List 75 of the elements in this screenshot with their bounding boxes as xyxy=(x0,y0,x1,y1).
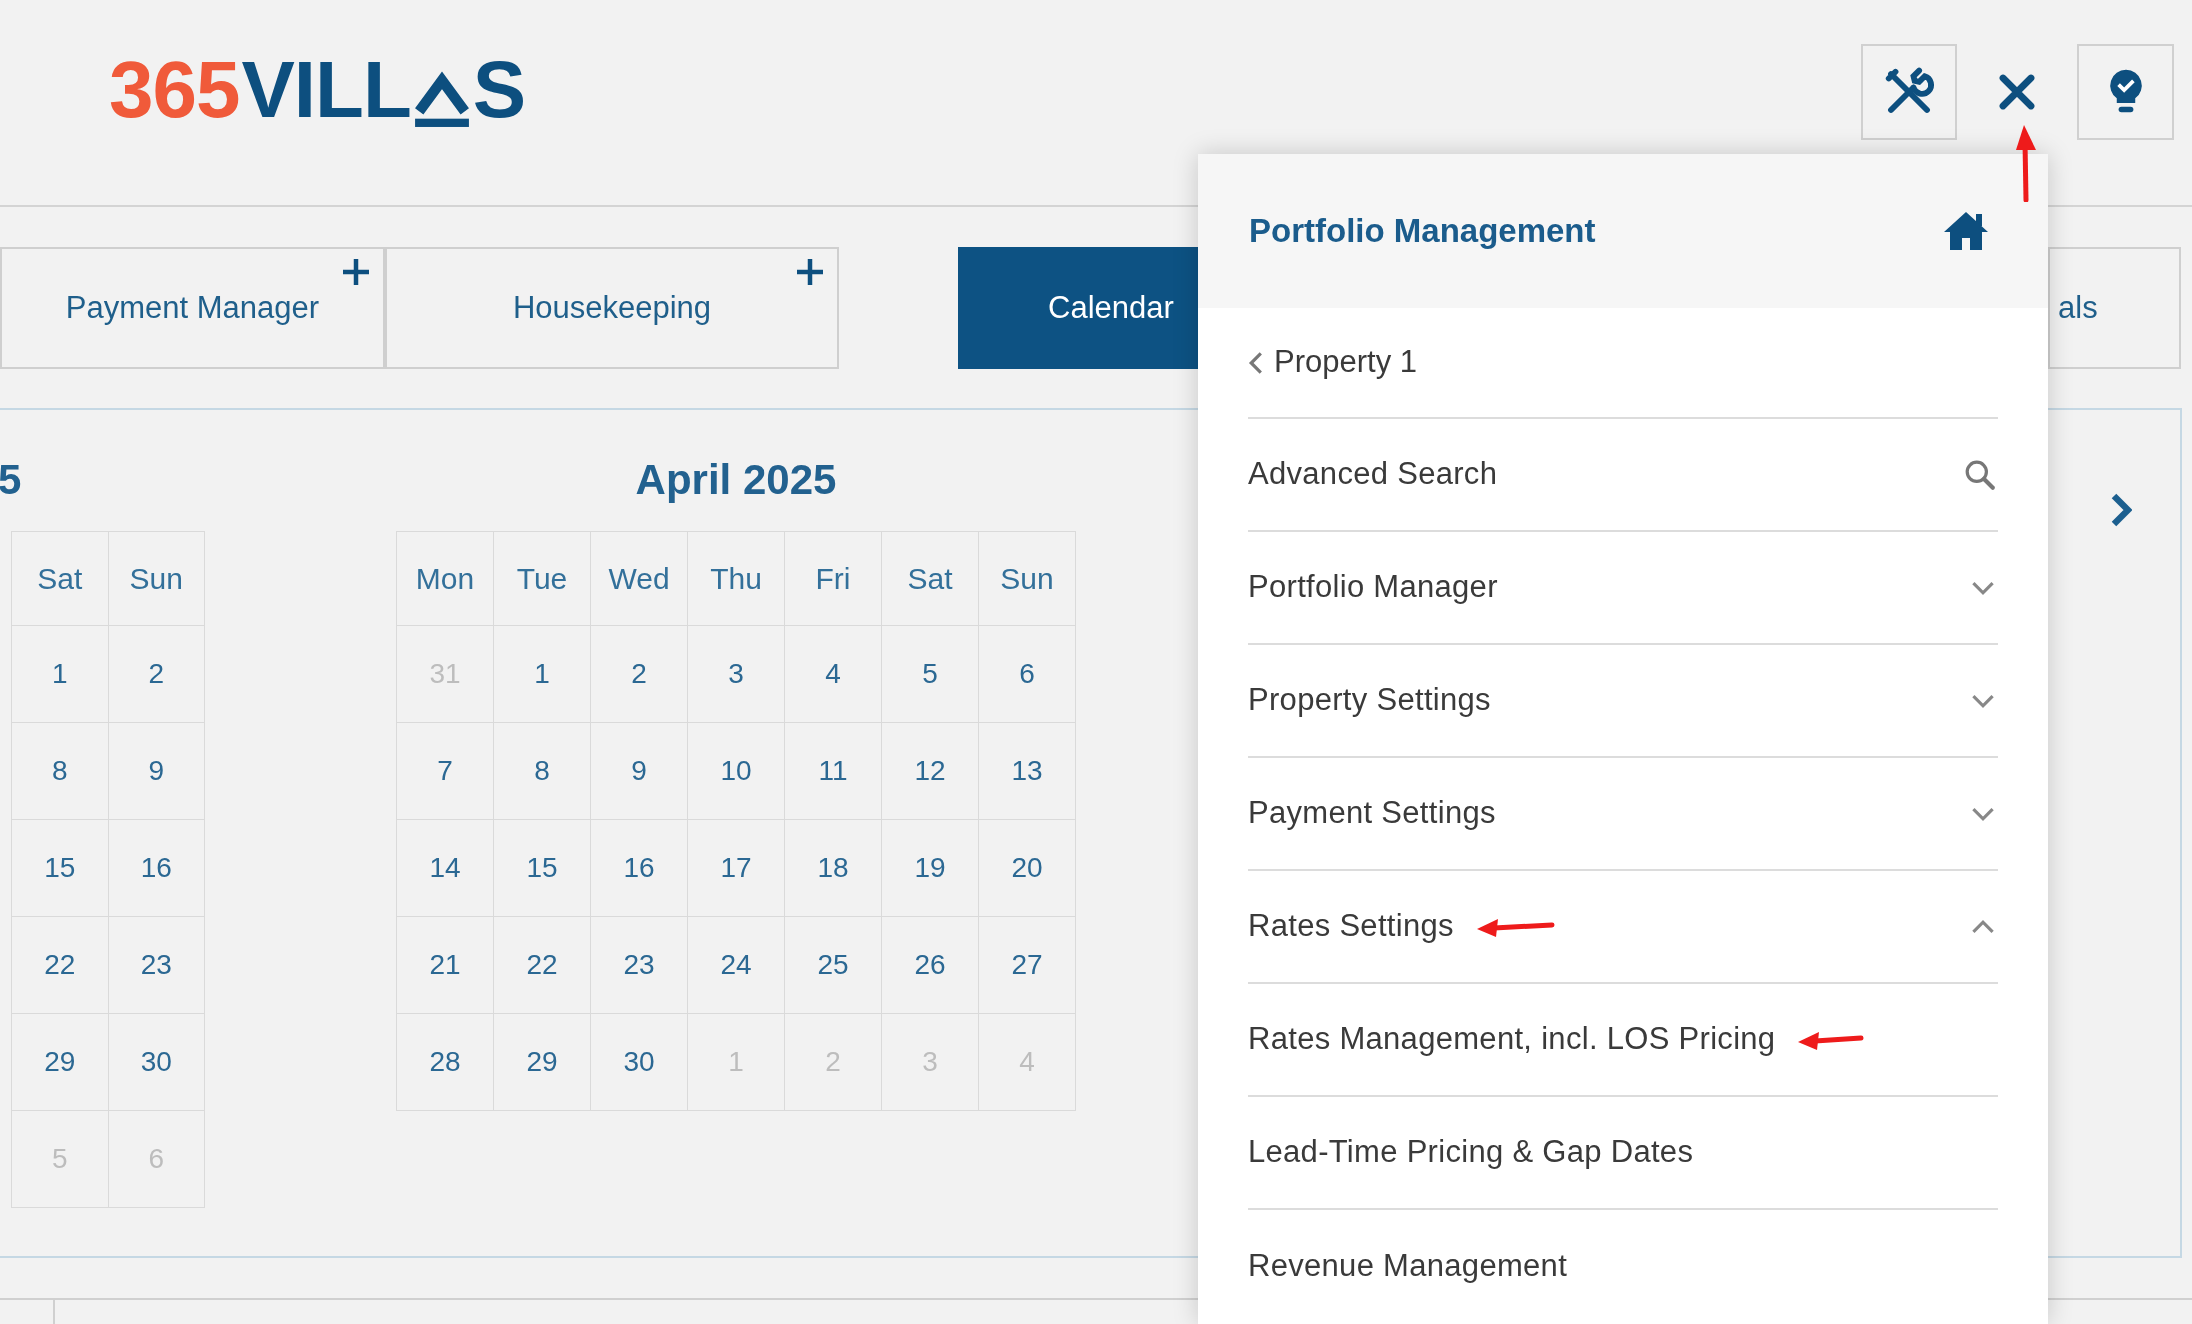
logo-house-icon xyxy=(413,69,470,128)
date-cell[interactable]: 26 xyxy=(882,917,979,1014)
date-cell[interactable]: 4 xyxy=(785,626,882,723)
date-cell[interactable]: 11 xyxy=(785,723,882,820)
weekday-header: Tue xyxy=(494,532,591,626)
menu-item[interactable]: Payment Settings xyxy=(1248,790,1496,837)
date-cell[interactable]: 15 xyxy=(494,820,591,917)
date-cell[interactable]: 29 xyxy=(494,1014,591,1111)
date-cell[interactable]: 8 xyxy=(12,723,109,820)
date-cell[interactable]: 14 xyxy=(397,820,494,917)
date-cell[interactable]: 16 xyxy=(108,820,205,917)
weekday-header: Sun xyxy=(108,532,205,626)
month-title: April 2025 xyxy=(634,455,838,505)
menu-item[interactable]: Rates Management, incl. LOS Pricing xyxy=(1248,1016,1776,1063)
menu-item[interactable]: Lead-Time Pricing & Gap Dates xyxy=(1248,1129,1694,1176)
logo-number: 365 xyxy=(109,49,240,130)
date-cell[interactable]: 29 xyxy=(12,1014,109,1111)
weekday-header: Thu xyxy=(688,532,785,626)
menu-item[interactable]: Advanced Search xyxy=(1248,451,1498,498)
date-cell[interactable]: 25 xyxy=(785,917,882,1014)
home-icon[interactable] xyxy=(1942,210,1990,252)
date-cell[interactable]: 19 xyxy=(882,820,979,917)
date-cell[interactable]: 16 xyxy=(591,820,688,917)
weekday-header: Sun xyxy=(979,532,1076,626)
panel-title: Portfolio Management xyxy=(1249,211,1596,252)
date-cell[interactable]: 22 xyxy=(12,917,109,1014)
date-cell[interactable]: 13 xyxy=(979,723,1076,820)
date-cell[interactable]: 17 xyxy=(688,820,785,917)
date-cell[interactable]: 9 xyxy=(108,723,205,820)
search-icon xyxy=(1964,458,1996,491)
date-cell[interactable]: 15 xyxy=(12,820,109,917)
date-cell[interactable]: 3 xyxy=(688,626,785,723)
plus-icon[interactable] xyxy=(341,257,371,287)
date-cell[interactable]: 10 xyxy=(688,723,785,820)
chevron-left-icon xyxy=(1248,349,1264,376)
tools-button[interactable] xyxy=(1861,43,1957,140)
plus-icon[interactable] xyxy=(795,257,825,287)
date-cell[interactable]: 18 xyxy=(785,820,882,917)
menu-item[interactable]: Portfolio Manager xyxy=(1248,564,1498,611)
back-link[interactable]: Property 1 xyxy=(1248,339,1417,386)
date-cell[interactable]: 30 xyxy=(108,1014,205,1111)
date-cell[interactable]: 9 xyxy=(591,723,688,820)
weekday-header: Fri xyxy=(785,532,882,626)
date-cell[interactable]: 22 xyxy=(494,917,591,1014)
tab[interactable]: Calendar xyxy=(958,247,1198,369)
weekday-header: Sat xyxy=(882,532,979,626)
logo-text: S xyxy=(472,49,526,130)
weekday-header: Wed xyxy=(591,532,688,626)
date-cell[interactable]: 2 xyxy=(108,626,205,723)
idea-button[interactable] xyxy=(2077,43,2174,140)
date-cell[interactable]: 7 xyxy=(397,723,494,820)
date-cell[interactable]: 20 xyxy=(979,820,1076,917)
menu-item[interactable]: Revenue Management xyxy=(1248,1243,1568,1290)
menu-item[interactable]: Property Settings xyxy=(1248,677,1491,724)
tab[interactable]: Housekeeping xyxy=(385,247,839,369)
weekday-header: Sat xyxy=(12,532,109,626)
date-cell[interactable]: 12 xyxy=(882,723,979,820)
tab[interactable]: als xyxy=(2048,247,2181,369)
date-cell[interactable]: 28 xyxy=(397,1014,494,1111)
date-cell[interactable]: 23 xyxy=(591,917,688,1014)
date-cell[interactable]: 24 xyxy=(688,917,785,1014)
date-cell[interactable]: 1 xyxy=(12,626,109,723)
menu-item[interactable]: Rates Settings xyxy=(1248,903,1454,950)
date-cell[interactable]: 6 xyxy=(979,626,1076,723)
date-cell[interactable]: 21 xyxy=(397,917,494,1014)
tab[interactable]: Payment Manager xyxy=(0,247,385,369)
date-cell[interactable]: 30 xyxy=(591,1014,688,1111)
date-cell[interactable]: 27 xyxy=(979,917,1076,1014)
logo-text: VILL xyxy=(241,49,411,130)
date-cell[interactable]: 1 xyxy=(494,626,591,723)
weekday-header: Mon xyxy=(397,532,494,626)
date-cell[interactable]: 5 xyxy=(882,626,979,723)
date-cell[interactable]: 2 xyxy=(591,626,688,723)
date-cell[interactable]: 23 xyxy=(108,917,205,1014)
date-cell[interactable]: 8 xyxy=(494,723,591,820)
